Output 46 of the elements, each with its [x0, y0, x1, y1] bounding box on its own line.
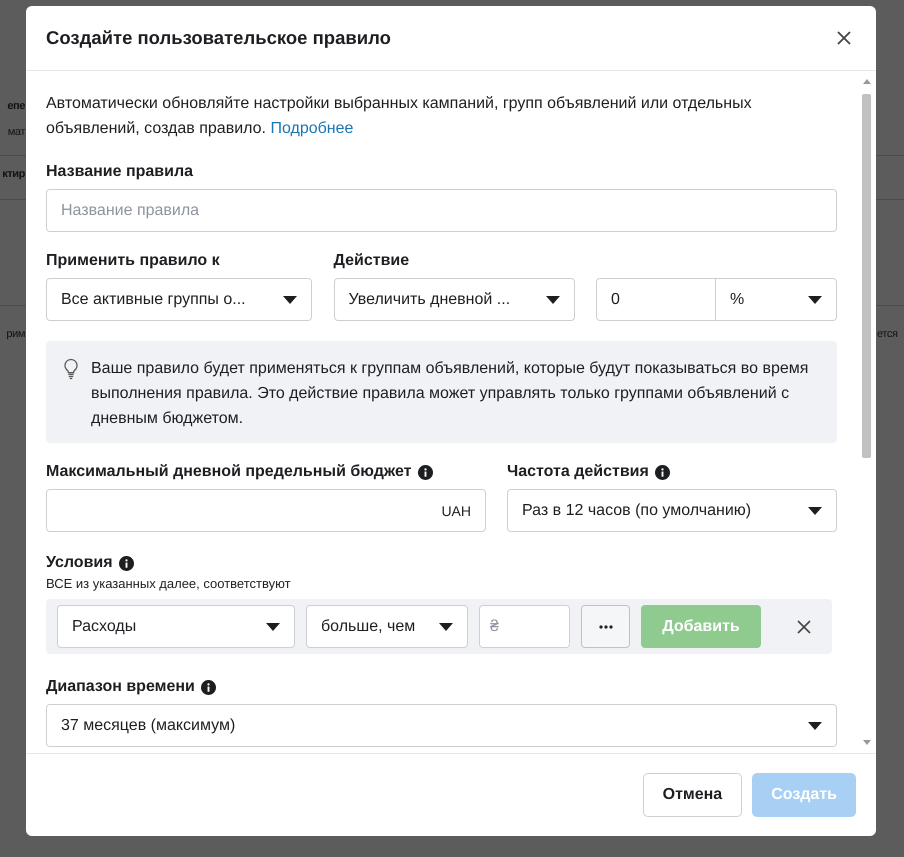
background-text: епе [7, 100, 25, 112]
caret-icon [808, 722, 822, 730]
info-icon [200, 680, 216, 694]
frequency-dropdown[interactable]: Раз в 12 часов (по умолчанию) [507, 489, 837, 532]
conditions-subtitle: ВСЕ из указанных далее, соответствуют [46, 576, 292, 591]
field-label: Диапазон времени [46, 678, 837, 696]
amount-field[interactable]: 0 [597, 279, 716, 320]
action-dropdown[interactable]: Увеличить дневной ... [334, 278, 574, 321]
cancel-button[interactable]: Отмена [642, 773, 742, 817]
max-budget-field[interactable]: UAH [46, 489, 486, 532]
background-text: ктир [2, 168, 25, 180]
learn-more-link[interactable]: Подробнее [270, 120, 354, 137]
background-text: ется [877, 328, 898, 340]
field-label: Условия [46, 554, 837, 572]
lightbulb-icon [63, 358, 79, 380]
rule-name-field[interactable]: Название правила [46, 189, 837, 232]
field-label: Название правила [46, 163, 194, 181]
field-label: Применить правило к [46, 252, 221, 270]
scrollbar-thumb[interactable] [862, 94, 871, 458]
more-icon [598, 624, 612, 628]
background-text: мат [8, 126, 25, 138]
scroll-up-icon[interactable] [863, 79, 871, 84]
dialog-title: Создайте пользовательское правило [46, 27, 391, 49]
value-field[interactable]: ₴ [479, 605, 570, 648]
background-text: рим [6, 328, 25, 340]
description-text: Автоматически обновляйте настройки выбранных кампаний, групп объявлений или отдельных объявлений, создав правило. Подробнее [46, 94, 753, 139]
caret-icon [266, 622, 280, 630]
apply-to-dropdown[interactable]: Все активные группы о... [46, 278, 312, 321]
operator-dropdown[interactable]: больше, чем [306, 605, 468, 648]
unit-dropdown[interactable]: % [716, 279, 836, 320]
scroll-down-icon[interactable] [863, 740, 871, 745]
more-button[interactable] [581, 605, 630, 648]
caret-icon [808, 506, 822, 514]
info-icon [418, 464, 433, 480]
caret-icon [439, 622, 453, 630]
close-icon [796, 618, 812, 634]
currency-text: UAH [441, 502, 471, 518]
field-label: Максимальный дневной предельный бюджет [46, 463, 486, 481]
time-range-dropdown[interactable]: 37 месяцев (максимум) [46, 704, 837, 747]
metric-dropdown[interactable]: Расходы [57, 605, 295, 648]
field-label: Действие [334, 252, 410, 270]
field-label: Частота действия [507, 463, 837, 481]
close-icon [836, 30, 852, 46]
info-icon [118, 556, 134, 570]
info-icon [654, 464, 670, 480]
notice-text: Ваше правило будет применяться к группам объявлений, которые будут показываться во время выполнения правила. Это действие правила может управлять только группами объявлений с дневным бюджетом. [91, 359, 810, 429]
